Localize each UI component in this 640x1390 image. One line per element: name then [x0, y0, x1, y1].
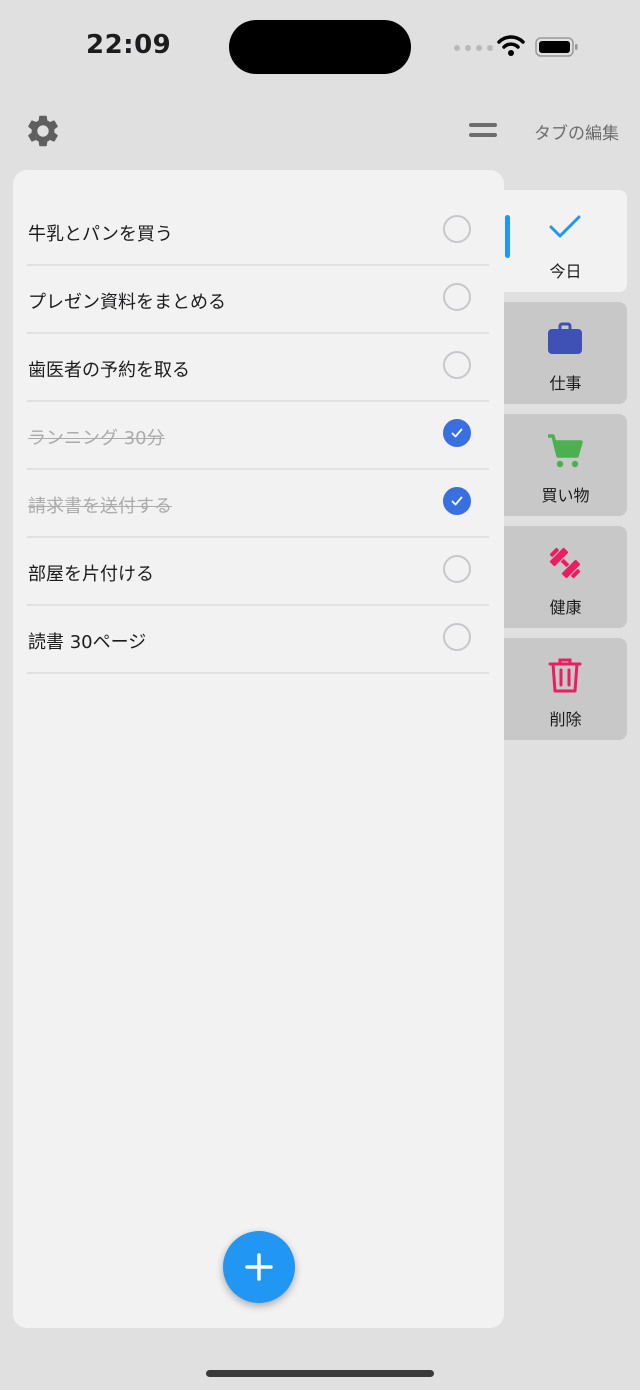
unchecked-checkbox[interactable]	[443, 215, 471, 243]
add-task-button[interactable]	[223, 1231, 295, 1303]
task-row[interactable]: 牛乳とパンを買う	[27, 198, 489, 266]
trash-icon	[546, 656, 584, 694]
unchecked-checkbox[interactable]	[443, 351, 471, 379]
battery-icon	[535, 37, 578, 57]
task-label: 部屋を片付ける	[28, 564, 154, 585]
status-time: 22:09	[86, 30, 172, 60]
cart-icon	[546, 432, 584, 470]
task-row[interactable]: 読書 30ページ	[27, 606, 489, 674]
tab-label: 今日	[549, 262, 582, 281]
unchecked-checkbox[interactable]	[443, 283, 471, 311]
tab-trash[interactable]: 削除	[504, 638, 627, 740]
task-row[interactable]: ランニング 30分	[27, 402, 489, 470]
checked-checkbox[interactable]	[443, 419, 471, 447]
task-label: ランニング 30分	[28, 428, 165, 449]
tab-dumbbell[interactable]: 健康	[504, 526, 627, 628]
task-row[interactable]: 請求書を送付する	[27, 470, 489, 538]
briefcase-icon	[546, 320, 584, 358]
plus-icon	[245, 1253, 273, 1281]
task-list: 牛乳とパンを買うプレゼン資料をまとめる 歯医者の予約を取る ランニング 30分 請求書…	[27, 198, 489, 674]
tab-checkmark[interactable]: 今日	[504, 190, 627, 292]
task-panel: 牛乳とパンを買うプレゼン資料をまとめる 歯医者の予約を取る ランニング 30分 請求書…	[13, 170, 504, 1328]
checkmark-icon	[546, 208, 584, 246]
tab-edit-button[interactable]: タブの編集	[534, 119, 619, 144]
cellular-signal-icon	[454, 45, 493, 51]
checkmark-icon	[451, 428, 463, 438]
drag-handle-icon[interactable]	[469, 123, 497, 139]
task-label: プレゼン資料をまとめる	[28, 292, 226, 313]
task-label: 牛乳とパンを買う	[28, 224, 173, 245]
task-row[interactable]: 歯医者の予約を取る	[27, 334, 489, 402]
unchecked-checkbox[interactable]	[443, 623, 471, 651]
task-label: 歯医者の予約を取る	[28, 360, 190, 381]
task-label: 請求書を送付する	[28, 496, 172, 517]
checked-checkbox[interactable]	[443, 487, 471, 515]
gear-icon[interactable]	[24, 112, 62, 150]
task-row[interactable]: プレゼン資料をまとめる	[27, 266, 489, 334]
tab-briefcase[interactable]: 仕事	[504, 302, 627, 404]
home-indicator[interactable]	[206, 1370, 434, 1377]
tab-label: 健康	[549, 598, 582, 617]
tab-label: 仕事	[549, 374, 582, 393]
tab-cart[interactable]: 買い物	[504, 414, 627, 516]
task-label: 読書 30ページ	[28, 632, 147, 653]
active-tab-indicator	[505, 215, 510, 258]
unchecked-checkbox[interactable]	[443, 555, 471, 583]
wifi-icon	[497, 35, 525, 56]
checkmark-icon	[451, 496, 463, 506]
tab-label: 買い物	[541, 486, 590, 505]
tab-label: 削除	[549, 710, 582, 729]
task-row[interactable]: 部屋を片付ける	[27, 538, 489, 606]
dynamic-island	[229, 20, 411, 74]
dumbbell-icon	[546, 544, 584, 582]
